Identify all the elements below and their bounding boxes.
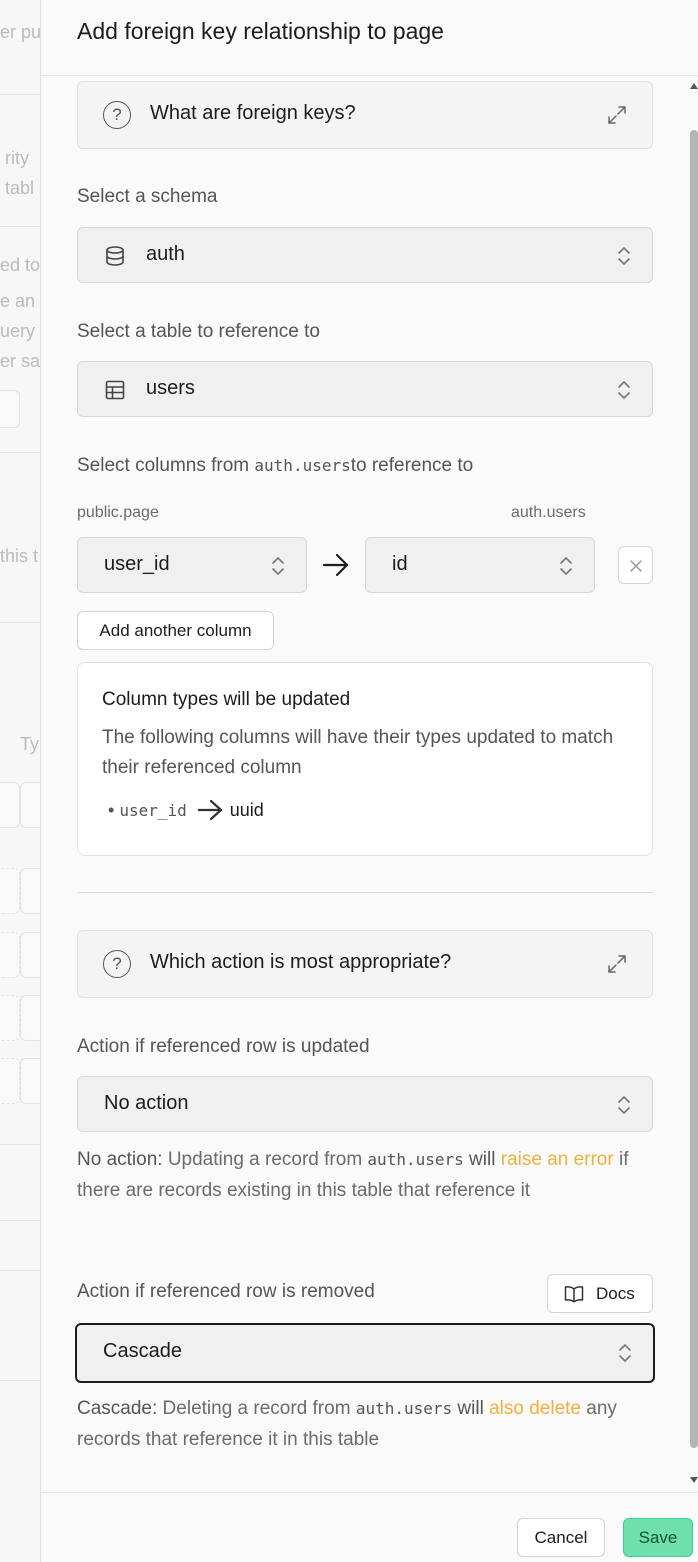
chevron-up-down-icon bbox=[619, 1344, 631, 1362]
notice-title: Column types will be updated bbox=[102, 689, 351, 710]
remove-column-button[interactable] bbox=[618, 546, 653, 584]
schema-select[interactable]: auth bbox=[77, 227, 653, 283]
question-circle-icon: ? bbox=[103, 950, 131, 978]
source-column-select[interactable]: user_id bbox=[77, 537, 307, 593]
columns-label: Select columns from auth.usersto referen… bbox=[77, 455, 474, 476]
cancel-button[interactable]: Cancel bbox=[517, 1518, 605, 1557]
background-text: this t bbox=[0, 546, 39, 566]
on-delete-warning: also delete bbox=[489, 1398, 581, 1419]
target-column-select[interactable]: id bbox=[365, 537, 595, 593]
schema-value: auth bbox=[146, 243, 185, 265]
column-types-notice: Column types will be updated The followi… bbox=[77, 662, 653, 856]
book-open-icon bbox=[564, 1286, 584, 1303]
table-label: Select a table to reference to bbox=[77, 321, 320, 342]
background-box bbox=[0, 868, 20, 914]
chevron-up-down-icon bbox=[272, 557, 284, 575]
background-divider bbox=[0, 226, 40, 227]
on-update-select[interactable]: No action bbox=[77, 1076, 653, 1132]
scrollbar-thumb[interactable] bbox=[690, 130, 698, 1448]
on-update-warning: raise an error bbox=[500, 1149, 614, 1170]
section-divider bbox=[77, 892, 653, 893]
action-help-collapsible[interactable]: ? Which action is most appropriate? bbox=[77, 930, 653, 998]
background-divider bbox=[0, 452, 40, 453]
question-circle-icon: ? bbox=[103, 101, 131, 129]
save-button[interactable]: Save bbox=[623, 1518, 693, 1557]
background-box bbox=[0, 932, 20, 978]
background-box bbox=[20, 868, 40, 914]
schema-label: Select a schema bbox=[77, 186, 218, 207]
chevron-up-down-icon bbox=[618, 1096, 630, 1114]
background-divider bbox=[0, 1380, 40, 1381]
source-column-value: user_id bbox=[104, 553, 170, 575]
target-column-value: id bbox=[392, 553, 408, 575]
on-delete-help: Cascade: Deleting a record from auth.use… bbox=[77, 1398, 617, 1450]
on-delete-label: Action if referenced row is removed bbox=[77, 1281, 375, 1302]
background-box bbox=[0, 1058, 20, 1104]
target-table-label: auth.users bbox=[511, 504, 586, 521]
panel-footer: Cancel Save bbox=[41, 1492, 698, 1562]
table-icon bbox=[105, 380, 125, 400]
background-text: ed to bbox=[0, 255, 40, 275]
notice-type: uuid bbox=[229, 800, 264, 820]
chevron-up-down-icon bbox=[618, 247, 630, 265]
on-delete-value: Cascade bbox=[103, 1340, 182, 1362]
background-divider bbox=[0, 622, 40, 623]
database-icon bbox=[106, 246, 124, 266]
on-update-value: No action bbox=[104, 1092, 189, 1114]
background-box bbox=[20, 782, 40, 828]
background-text: er pu bbox=[0, 22, 40, 42]
panel-scrollbar[interactable] bbox=[689, 80, 698, 1490]
source-table-label: public.page bbox=[77, 504, 159, 521]
background-text: rity bbox=[5, 148, 29, 168]
on-delete-select[interactable]: Cascade bbox=[75, 1323, 655, 1383]
docs-button[interactable]: Docs bbox=[547, 1274, 653, 1313]
table-value: users bbox=[146, 377, 195, 399]
scroll-down-arrow-icon[interactable] bbox=[690, 1476, 698, 1484]
columns-label-table: auth.users bbox=[254, 456, 351, 475]
background-text: er sa bbox=[0, 351, 40, 371]
chevron-up-down-icon bbox=[560, 557, 572, 575]
background-text: uery bbox=[0, 321, 36, 341]
foreign-keys-help-collapsible[interactable]: ? What are foreign keys? bbox=[77, 81, 653, 149]
on-update-help: No action: Updating a record from auth.u… bbox=[77, 1149, 629, 1201]
chevron-up-down-icon bbox=[618, 381, 630, 399]
arrow-right-icon bbox=[197, 799, 222, 821]
close-icon bbox=[630, 560, 642, 572]
notice-column: user_id bbox=[119, 801, 187, 820]
notice-list-item: • user_id uuid bbox=[108, 799, 264, 821]
arrow-right-icon bbox=[322, 553, 349, 577]
panel-header: Add foreign key relationship to page bbox=[41, 0, 698, 76]
scroll-up-arrow-icon[interactable] bbox=[690, 82, 698, 90]
background-text: tabl bbox=[5, 178, 35, 198]
on-update-label: Action if referenced row is updated bbox=[77, 1036, 370, 1057]
background-box bbox=[0, 390, 20, 428]
expand-icon[interactable] bbox=[606, 953, 628, 975]
background-text: e an a bbox=[0, 291, 40, 311]
background-divider bbox=[0, 1270, 40, 1271]
background-box bbox=[20, 1058, 40, 1104]
background-box bbox=[20, 932, 40, 978]
background-box bbox=[20, 995, 40, 1041]
background-text: Ty bbox=[20, 734, 40, 754]
add-column-button[interactable]: Add another column bbox=[77, 611, 274, 650]
action-help-label: Which action is most appropriate? bbox=[150, 951, 452, 973]
background-page: er pu rity tabl ed to e an a uery er sa … bbox=[0, 0, 40, 1562]
notice-description: The following columns will have their ty… bbox=[102, 727, 614, 778]
expand-icon[interactable] bbox=[606, 104, 628, 126]
background-box bbox=[0, 995, 20, 1041]
foreign-key-side-panel: Add foreign key relationship to page ? W… bbox=[40, 0, 698, 1562]
background-box bbox=[0, 782, 20, 828]
panel-title: Add foreign key relationship to page bbox=[77, 18, 444, 44]
docs-label: Docs bbox=[596, 1284, 635, 1303]
table-select[interactable]: users bbox=[77, 361, 653, 417]
background-divider bbox=[0, 94, 40, 95]
background-divider bbox=[0, 1220, 40, 1221]
background-divider bbox=[0, 1144, 40, 1145]
foreign-keys-help-label: What are foreign keys? bbox=[150, 102, 356, 124]
